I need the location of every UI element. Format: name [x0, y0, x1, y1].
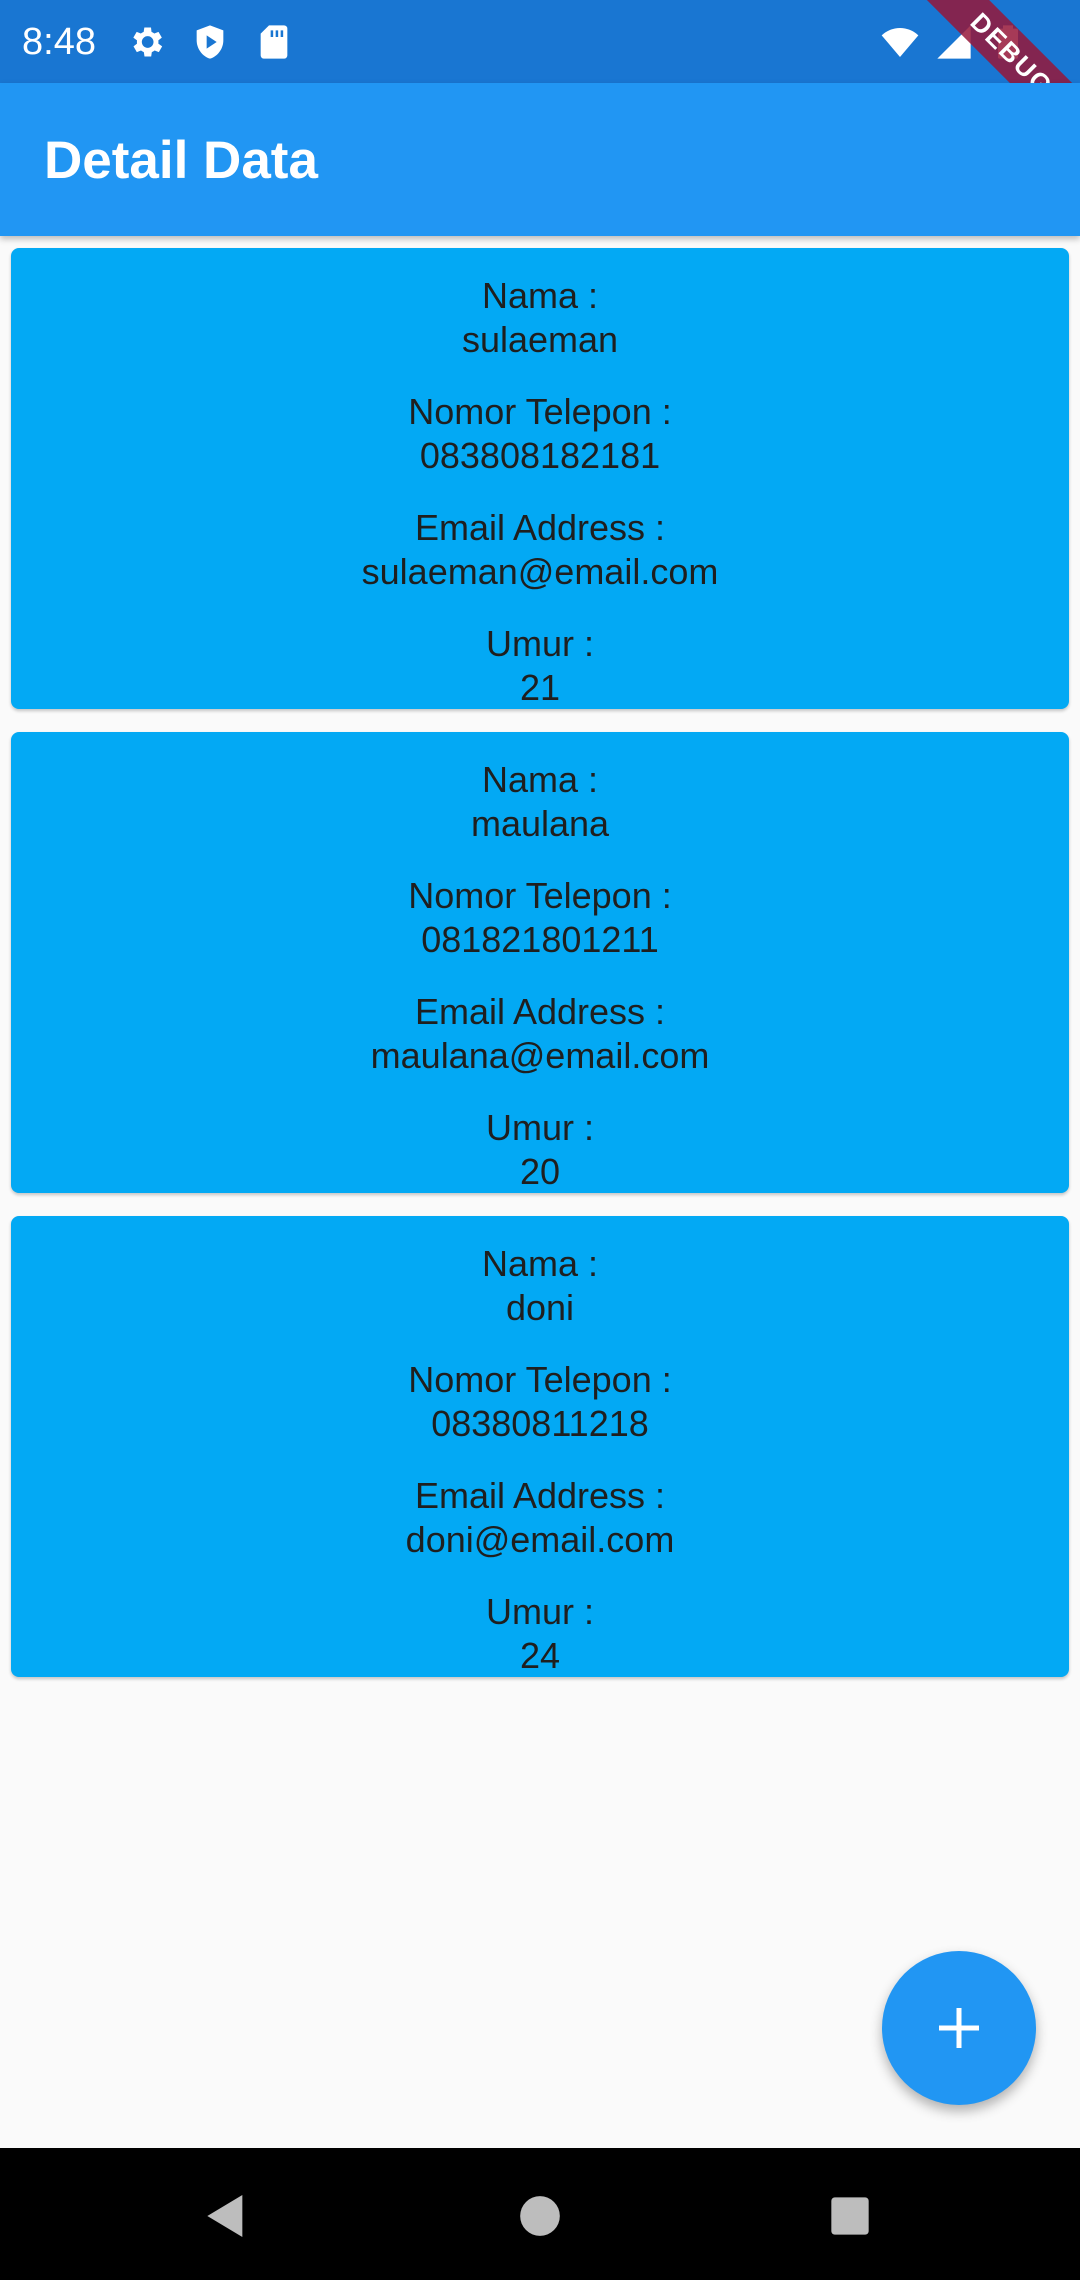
contact-card[interactable]: Nama : doni Nomor Telepon : 08380811218 … [11, 1216, 1069, 1677]
shield-play-icon [190, 22, 230, 62]
add-contact-button[interactable] [882, 1951, 1036, 2105]
home-button[interactable] [512, 2188, 568, 2244]
navigation-bar [0, 2148, 1080, 2280]
age-field: Umur : 24 [486, 1590, 594, 1678]
name-label: Nama : [481, 275, 599, 316]
phone-value: 081821801211 [421, 919, 659, 960]
app-bar: Detail Data [0, 83, 1080, 236]
home-icon [520, 2196, 560, 2236]
phone-label: Nomor Telepon : [408, 1359, 672, 1400]
contact-list: Nama : sulaeman Nomor Telepon : 08380818… [11, 248, 1069, 1700]
contact-card[interactable]: Nama : maulana Nomor Telepon : 081821801… [11, 732, 1069, 1193]
status-bar: 8:48 [0, 0, 1080, 83]
wifi-icon [880, 22, 920, 62]
email-label: Email Address : [414, 991, 666, 1032]
phone-field: Nomor Telepon : 081821801211 [408, 874, 671, 962]
age-label: Umur : [486, 1591, 594, 1632]
name-value: sulaeman [461, 319, 619, 360]
email-field: Email Address : sulaeman@email.com [362, 506, 719, 594]
status-time: 8:48 [22, 21, 96, 63]
email-value: sulaeman@email.com [361, 551, 719, 592]
age-value: 21 [519, 667, 561, 708]
name-value: maulana [470, 803, 610, 844]
phone-label: Nomor Telepon : [408, 875, 672, 916]
recents-icon [831, 2197, 869, 2235]
age-value: 20 [519, 1151, 561, 1192]
age-label: Umur : [486, 1107, 594, 1148]
email-field: Email Address : maulana@email.com [371, 990, 710, 1078]
contact-card[interactable]: Nama : sulaeman Nomor Telepon : 08380818… [11, 248, 1069, 709]
name-field: Nama : sulaeman [462, 274, 618, 362]
phone-field: Nomor Telepon : 08380811218 [408, 1358, 671, 1446]
phone-field: Nomor Telepon : 083808182181 [408, 390, 671, 478]
name-field: Nama : maulana [471, 758, 609, 846]
name-label: Nama : [481, 759, 599, 800]
email-value: doni@email.com [405, 1519, 675, 1560]
back-button[interactable] [198, 2188, 254, 2244]
phone-value: 08380811218 [431, 1403, 649, 1444]
recents-button[interactable] [822, 2188, 878, 2244]
name-field: Nama : doni [482, 1242, 598, 1330]
email-value: maulana@email.com [370, 1035, 710, 1076]
name-label: Nama : [481, 1243, 599, 1284]
email-label: Email Address : [414, 507, 666, 548]
age-label: Umur : [486, 623, 594, 664]
page-title: Detail Data [44, 131, 318, 190]
name-value: doni [505, 1287, 575, 1328]
email-label: Email Address : [414, 1475, 666, 1516]
sd-card-icon [254, 22, 294, 62]
email-field: Email Address : doni@email.com [406, 1474, 675, 1562]
back-icon [207, 2195, 243, 2237]
age-field: Umur : 20 [486, 1106, 594, 1194]
plus-icon [939, 2008, 979, 2048]
phone-value: 083808182181 [419, 435, 661, 476]
age-value: 24 [519, 1635, 561, 1676]
gear-icon [126, 22, 166, 62]
phone-label: Nomor Telepon : [408, 391, 672, 432]
age-field: Umur : 21 [486, 622, 594, 710]
